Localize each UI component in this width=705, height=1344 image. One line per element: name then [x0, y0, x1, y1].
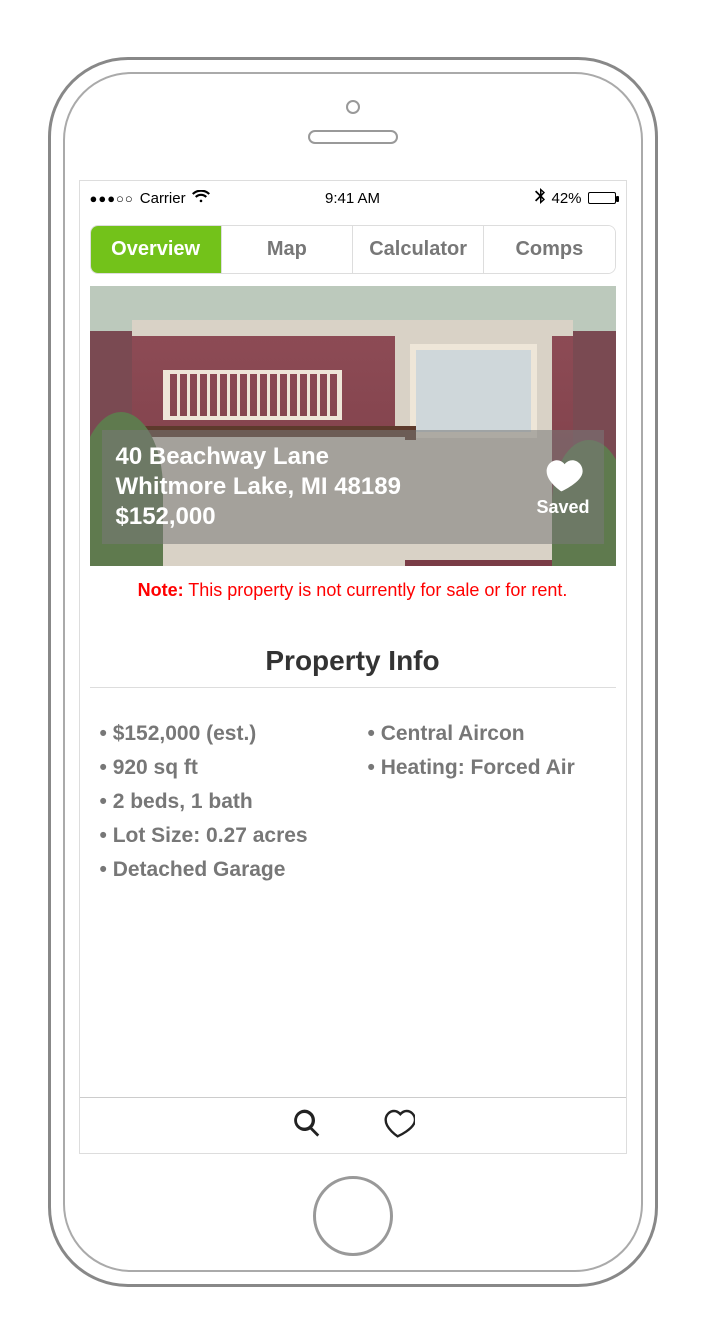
clock: 9:41 AM: [325, 190, 380, 207]
saved-toggle[interactable]: Saved: [536, 457, 589, 518]
tab-bar: Overview Map Calculator Comps: [90, 225, 616, 274]
phone-frame: ●●●○○ Carrier 9:41 AM 42% Overview Map C…: [48, 57, 658, 1287]
battery-pct: 42%: [551, 190, 581, 207]
saved-label: Saved: [536, 497, 589, 518]
hero-overlay: 40 Beachway Lane Whitmore Lake, MI 48189…: [102, 430, 604, 544]
status-bar: ●●●○○ Carrier 9:41 AM 42%: [80, 181, 626, 215]
property-photo: 40 Beachway Lane Whitmore Lake, MI 48189…: [90, 286, 616, 566]
property-info: $152,000 (est.) 920 sq ft 2 beds, 1 bath…: [100, 722, 606, 892]
listing-note: Note: This property is not currently for…: [90, 580, 616, 601]
tab-overview[interactable]: Overview: [91, 226, 222, 273]
tab-calculator[interactable]: Calculator: [353, 226, 484, 273]
section-title-property-info: Property Info: [90, 645, 616, 688]
list-item: 2 beds, 1 bath: [100, 790, 338, 814]
list-item: Detached Garage: [100, 858, 338, 882]
address-line-1: 40 Beachway Lane: [116, 442, 527, 472]
wifi-icon: [192, 190, 210, 207]
property-info-col-2: Central Aircon Heating: Forced Air: [368, 722, 606, 892]
list-item: 920 sq ft: [100, 756, 338, 780]
search-icon[interactable]: [291, 1107, 323, 1144]
bottom-toolbar: [80, 1097, 626, 1153]
home-button[interactable]: [313, 1176, 393, 1256]
bluetooth-icon: [535, 188, 545, 208]
battery-icon: [588, 192, 616, 204]
tab-comps[interactable]: Comps: [484, 226, 614, 273]
heart-icon: [536, 457, 589, 493]
screen: ●●●○○ Carrier 9:41 AM 42% Overview Map C…: [79, 180, 627, 1154]
list-item: Heating: Forced Air: [368, 756, 606, 780]
note-text: This property is not currently for sale …: [188, 580, 567, 600]
list-item: $152,000 (est.): [100, 722, 338, 746]
list-item: Lot Size: 0.27 acres: [100, 824, 338, 848]
note-prefix: Note:: [138, 580, 184, 600]
phone-speaker: [308, 130, 398, 144]
address-line-2: Whitmore Lake, MI 48189: [116, 472, 527, 502]
favorites-icon[interactable]: [383, 1107, 415, 1144]
hero-price: $152,000: [116, 502, 527, 532]
list-item: Central Aircon: [368, 722, 606, 746]
carrier-label: Carrier: [140, 190, 186, 207]
property-info-col-1: $152,000 (est.) 920 sq ft 2 beds, 1 bath…: [100, 722, 338, 892]
phone-camera: [346, 100, 360, 114]
signal-dots-icon: ●●●○○: [90, 191, 134, 206]
hero-text: 40 Beachway Lane Whitmore Lake, MI 48189…: [116, 442, 527, 532]
tab-map[interactable]: Map: [222, 226, 353, 273]
